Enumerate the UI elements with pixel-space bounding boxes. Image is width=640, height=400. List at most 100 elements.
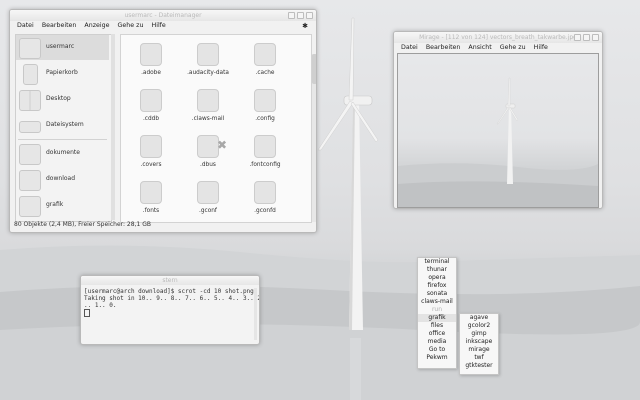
sidebar-item-dateisystem[interactable]: Dateisystem bbox=[16, 113, 109, 138]
file-item[interactable]: .cache bbox=[243, 43, 287, 83]
menu-item-pekwm[interactable]: Pekwm bbox=[418, 354, 456, 362]
file-label: .fonts bbox=[142, 208, 160, 214]
window-titlebar[interactable]: stern bbox=[81, 276, 259, 285]
menu-item-media[interactable]: media bbox=[418, 338, 456, 346]
file-label: .gconfd bbox=[254, 208, 276, 214]
image-viewer-window[interactable]: Mirage - [112 von 124] vectors_breath_ta… bbox=[393, 31, 603, 209]
folder-icon bbox=[254, 135, 276, 158]
image-display[interactable] bbox=[397, 53, 599, 208]
file-item[interactable]: .config bbox=[243, 89, 287, 129]
file-item[interactable]: .cddb bbox=[129, 89, 173, 129]
throbber-icon: ✱ bbox=[302, 22, 308, 30]
menu-gehe-zu[interactable]: Gehe zu bbox=[500, 43, 526, 53]
folder-icon bbox=[19, 144, 41, 165]
menu-bearbeiten[interactable]: Bearbeiten bbox=[42, 21, 77, 31]
menu-item-gtktester[interactable]: gtktester bbox=[460, 362, 498, 370]
menu-item-mirage[interactable]: mirage bbox=[460, 346, 498, 354]
window-title: stern bbox=[162, 277, 178, 284]
scrollbar-thumb[interactable] bbox=[312, 54, 316, 84]
menu-item-files[interactable]: files bbox=[418, 322, 456, 330]
menu-item-grafik[interactable]: grafik bbox=[418, 314, 456, 322]
sidebar-scrollbar[interactable] bbox=[111, 34, 115, 220]
menu-item-firefox[interactable]: firefox bbox=[418, 282, 456, 290]
menu-anzeige[interactable]: Anzeige bbox=[84, 21, 109, 31]
file-manager-window[interactable]: usermarc - Dateimanager Datei Bearbeiten… bbox=[9, 9, 317, 233]
minimize-button[interactable] bbox=[574, 34, 581, 41]
window-titlebar[interactable]: usermarc - Dateimanager bbox=[10, 10, 316, 21]
file-view-scrollbar[interactable] bbox=[312, 54, 316, 222]
menu-item-terminal[interactable]: terminal bbox=[418, 258, 456, 266]
terminal-window[interactable]: stern [usermarc@arch download]$ scrot -c… bbox=[80, 275, 260, 345]
root-menu: terminal thunar opera firefox sonata cla… bbox=[417, 257, 457, 369]
folder-icon bbox=[140, 181, 162, 204]
drive-icon bbox=[19, 121, 41, 133]
file-item[interactable]: ✖ .dbus bbox=[186, 135, 230, 175]
menubar: Datei Bearbeiten Anzeige Gehe zu Hilfe ✱ bbox=[10, 21, 316, 31]
menu-bearbeiten[interactable]: Bearbeiten bbox=[426, 43, 461, 53]
menu-item-gimp[interactable]: gimp bbox=[460, 330, 498, 338]
folder-icon bbox=[140, 135, 162, 158]
menu-gehe-zu[interactable]: Gehe zu bbox=[118, 21, 144, 31]
grafik-submenu: agave gcolor2 gimp inkscape mirage twf g… bbox=[459, 313, 499, 375]
menu-datei[interactable]: Datei bbox=[401, 43, 418, 53]
sidebar-item-label: dokumente bbox=[46, 149, 80, 156]
window-title: Mirage - [112 von 124] vectors_breath_ta… bbox=[419, 34, 577, 41]
window-title: usermarc - Dateimanager bbox=[124, 12, 202, 19]
menu-item-run[interactable]: run bbox=[418, 306, 456, 314]
file-label: .dbus bbox=[200, 162, 216, 168]
sidebar-item-dokumente[interactable]: dokumente bbox=[16, 141, 109, 166]
menu-item-claws-mail[interactable]: claws-mail bbox=[418, 298, 456, 306]
menu-datei[interactable]: Datei bbox=[17, 21, 34, 31]
sidebar-separator bbox=[18, 139, 107, 140]
menu-item-go-to[interactable]: Go to bbox=[418, 346, 456, 354]
terminal-scrollbar[interactable] bbox=[254, 288, 257, 340]
folder-icon bbox=[254, 89, 276, 112]
file-label: .covers bbox=[140, 162, 162, 168]
minimize-button[interactable] bbox=[288, 12, 295, 19]
terminal-line: [usermarc@arch download]$ scrot -cd 10 s… bbox=[84, 288, 254, 295]
terminal-line: .. 1.. 0. bbox=[84, 302, 117, 309]
menu-item-twf[interactable]: twf bbox=[460, 354, 498, 362]
file-item[interactable]: .fontconfig bbox=[243, 135, 287, 175]
file-label: .cddb bbox=[142, 116, 160, 122]
desktop-icon bbox=[19, 90, 41, 111]
file-item[interactable]: .fonts bbox=[129, 181, 173, 221]
close-button[interactable] bbox=[306, 12, 313, 19]
menu-hilfe[interactable]: Hilfe bbox=[151, 21, 165, 31]
menu-item-sonata[interactable]: sonata bbox=[418, 290, 456, 298]
menu-item-office[interactable]: office bbox=[418, 330, 456, 338]
file-label: .cache bbox=[255, 70, 275, 76]
menu-item-inkscape[interactable]: inkscape bbox=[460, 338, 498, 346]
window-titlebar[interactable]: Mirage - [112 von 124] vectors_breath_ta… bbox=[394, 32, 602, 43]
menu-ansicht[interactable]: Ansicht bbox=[468, 43, 491, 53]
sidebar-item-desktop[interactable]: Desktop bbox=[16, 87, 109, 112]
sidebar-item-papierkorb[interactable]: Papierkorb bbox=[16, 61, 109, 86]
terminal-cursor bbox=[84, 309, 90, 317]
menu-item-agave[interactable]: agave bbox=[460, 314, 498, 322]
menu-hilfe[interactable]: Hilfe bbox=[534, 43, 548, 53]
file-item[interactable]: .claws-mail bbox=[186, 89, 230, 129]
menu-item-gcolor2[interactable]: gcolor2 bbox=[460, 322, 498, 330]
folder-icon bbox=[140, 89, 162, 112]
folder-icon bbox=[19, 196, 41, 217]
sidebar-item-usermarc[interactable]: usermarc bbox=[16, 35, 109, 60]
sidebar-item-label: download bbox=[46, 175, 76, 182]
file-item[interactable]: .audacity-data bbox=[186, 43, 230, 83]
sidebar-item-grafik[interactable]: grafik bbox=[16, 193, 109, 218]
menu-item-thunar[interactable]: thunar bbox=[418, 266, 456, 274]
close-button[interactable] bbox=[592, 34, 599, 41]
home-folder-icon bbox=[19, 38, 41, 59]
file-label: .gconf bbox=[199, 208, 217, 214]
menu-item-opera[interactable]: opera bbox=[418, 274, 456, 282]
menubar: Datei Bearbeiten Ansicht Gehe zu Hilfe bbox=[394, 43, 602, 53]
file-item[interactable]: .covers bbox=[129, 135, 173, 175]
file-item[interactable]: .gconfd bbox=[243, 181, 287, 221]
terminal-output[interactable]: [usermarc@arch download]$ scrot -cd 10 s… bbox=[84, 288, 259, 342]
maximize-button[interactable] bbox=[583, 34, 590, 41]
file-item[interactable]: .gconf bbox=[186, 181, 230, 221]
file-item[interactable]: .adobe bbox=[129, 43, 173, 83]
maximize-button[interactable] bbox=[297, 12, 304, 19]
sidebar-item-label: Papierkorb bbox=[46, 69, 78, 76]
file-label: .claws-mail bbox=[191, 116, 225, 122]
sidebar-item-download[interactable]: download bbox=[16, 167, 109, 192]
